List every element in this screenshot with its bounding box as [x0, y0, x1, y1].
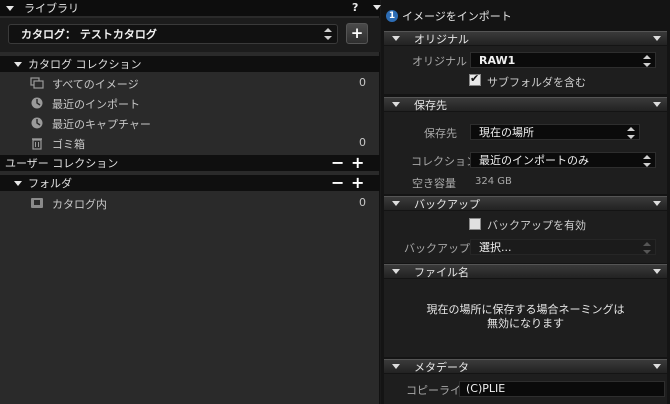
- collection-select[interactable]: 最近のインポートのみ: [470, 152, 656, 168]
- collapse-triangle-icon[interactable]: [392, 36, 400, 41]
- remove-collection-button[interactable]: −: [331, 155, 344, 171]
- library-title: ライブラリ: [24, 2, 79, 15]
- original-field-label: オリジナル: [412, 55, 467, 68]
- collapse-triangle-icon[interactable]: [392, 102, 400, 107]
- collapse-triangle-icon[interactable]: [14, 180, 22, 186]
- filename-section-body: 現在の場所に保存する場合ネーミングは 無効になります: [384, 279, 667, 357]
- library-header[interactable]: ライブラリ ?: [0, 0, 381, 16]
- original-select-value: RAW1: [479, 53, 516, 67]
- folder-item-label: カタログ内: [52, 198, 107, 211]
- spinner-arrows-icon: [324, 28, 332, 40]
- filename-section-header[interactable]: ファイル名: [384, 264, 667, 279]
- import-panel: 1 イメージをインポート オリジナル オリジナル RAW1 サブフォルダを含む …: [381, 0, 670, 404]
- catalog-selector-row: カタログ： テストカタログ +: [0, 18, 380, 52]
- collection-label: コレクション: [411, 155, 477, 168]
- add-collection-button[interactable]: +: [351, 155, 364, 171]
- destination-label: 保存先: [424, 127, 457, 140]
- free-space-label: 空き容量: [412, 177, 456, 190]
- collapse-triangle-icon[interactable]: [14, 61, 22, 67]
- metadata-section-header[interactable]: メタデータ: [384, 359, 667, 374]
- user-collection-header[interactable]: ユーザー コレクション − +: [0, 155, 380, 171]
- enable-backup-label: バックアップを有効: [487, 219, 586, 232]
- catalog-item-label: 最近のキャプチャー: [52, 118, 151, 131]
- backup-field-label: バックアップ: [404, 242, 470, 255]
- library-panel: ライブラリ ? カタログ： テストカタログ + カタログ コレクション すべての…: [0, 0, 381, 404]
- destination-select[interactable]: 現在の場所: [470, 124, 640, 140]
- catalog-item-recent-import[interactable]: 最近のインポート: [0, 93, 380, 113]
- section-menu-icon[interactable]: [653, 102, 661, 107]
- catalog-item-label: すべてのイメージ: [52, 78, 139, 91]
- catalog-item-all-images[interactable]: すべてのイメージ 0: [0, 73, 380, 93]
- section-menu-icon[interactable]: [653, 269, 661, 274]
- folders-label: フォルダ: [28, 177, 72, 190]
- import-title: イメージをインポート: [402, 10, 512, 23]
- user-collection-label: ユーザー コレクション: [5, 157, 119, 170]
- original-select[interactable]: RAW1: [470, 52, 656, 68]
- backup-select[interactable]: 選択...: [470, 239, 656, 255]
- destination-select-value: 現在の場所: [479, 126, 534, 139]
- clock-icon: [31, 97, 43, 109]
- original-header-label: オリジナル: [414, 32, 469, 46]
- catalog-select-value: カタログ： テストカタログ: [21, 28, 157, 41]
- collapse-triangle-icon[interactable]: [392, 364, 400, 369]
- clock-icon: [31, 117, 43, 129]
- destination-section-header[interactable]: 保存先: [384, 97, 667, 112]
- step-number-badge: 1: [386, 10, 398, 22]
- all-images-icon: [30, 77, 44, 89]
- collapse-triangle-icon[interactable]: [6, 5, 14, 11]
- destination-section-body: 保存先 現在の場所 コレクション 最近のインポートのみ 空き容量 324 GB: [384, 112, 667, 194]
- enable-backup-checkbox[interactable]: [469, 218, 481, 230]
- backup-section-body: バックアップを有効 バックアップ 選択...: [384, 211, 667, 263]
- filename-header-label: ファイル名: [414, 265, 469, 279]
- section-menu-icon[interactable]: [653, 201, 661, 206]
- include-subfolders-label: サブフォルダを含む: [487, 76, 586, 89]
- remove-folder-button[interactable]: −: [331, 175, 344, 191]
- catalog-item-label: 最近のインポート: [52, 98, 140, 111]
- original-section-body: オリジナル RAW1 サブフォルダを含む: [384, 46, 667, 94]
- section-menu-icon[interactable]: [653, 36, 661, 41]
- panel-menu-icon[interactable]: [373, 5, 381, 10]
- backup-section-header[interactable]: バックアップ: [384, 196, 667, 211]
- filename-note-line2: 無効になります: [487, 317, 564, 330]
- add-folder-button[interactable]: +: [351, 175, 364, 191]
- folders-header[interactable]: フォルダ − +: [0, 175, 380, 191]
- catalog-select[interactable]: カタログ： テストカタログ: [8, 24, 338, 44]
- spinner-arrows-icon: [643, 55, 651, 67]
- catalog-folder-icon: [31, 198, 43, 208]
- catalog-item-label: ゴミ箱: [52, 138, 85, 151]
- help-icon[interactable]: ?: [352, 1, 358, 14]
- backup-header-label: バックアップ: [414, 197, 480, 211]
- folder-item-in-catalog[interactable]: カタログ内 0: [0, 193, 380, 213]
- free-space-value: 324 GB: [475, 176, 512, 187]
- catalog-item-trash[interactable]: ゴミ箱 0: [0, 133, 380, 153]
- trash-icon: [32, 138, 42, 150]
- collection-select-value: 最近のインポートのみ: [479, 154, 589, 167]
- catalog-collection-label: カタログ コレクション: [28, 58, 142, 71]
- spinner-arrows-icon: [643, 155, 651, 167]
- catalog-item-count: 0: [359, 136, 366, 149]
- catalog-item-recent-capture[interactable]: 最近のキャプチャー: [0, 113, 380, 133]
- filename-note-line1: 現在の場所に保存する場合ネーミングは: [426, 303, 625, 316]
- original-section-header[interactable]: オリジナル: [384, 31, 667, 46]
- add-catalog-button[interactable]: +: [346, 23, 368, 44]
- collapse-triangle-icon[interactable]: [392, 201, 400, 206]
- spinner-arrows-icon: [643, 242, 651, 254]
- folder-item-count: 0: [359, 196, 366, 209]
- section-menu-icon[interactable]: [653, 364, 661, 369]
- collapse-triangle-icon[interactable]: [392, 269, 400, 274]
- copyright-input[interactable]: (C)PLIE: [459, 381, 665, 397]
- import-title-row: 1 イメージをインポート: [381, 6, 670, 26]
- backup-select-value: 選択...: [479, 241, 512, 254]
- catalog-collection-header[interactable]: カタログ コレクション: [0, 56, 380, 72]
- spinner-arrows-icon: [627, 127, 635, 139]
- include-subfolders-checkbox[interactable]: [469, 72, 481, 86]
- catalog-item-count: 0: [359, 76, 366, 89]
- destination-header-label: 保存先: [414, 98, 447, 112]
- metadata-header-label: メタデータ: [414, 360, 469, 374]
